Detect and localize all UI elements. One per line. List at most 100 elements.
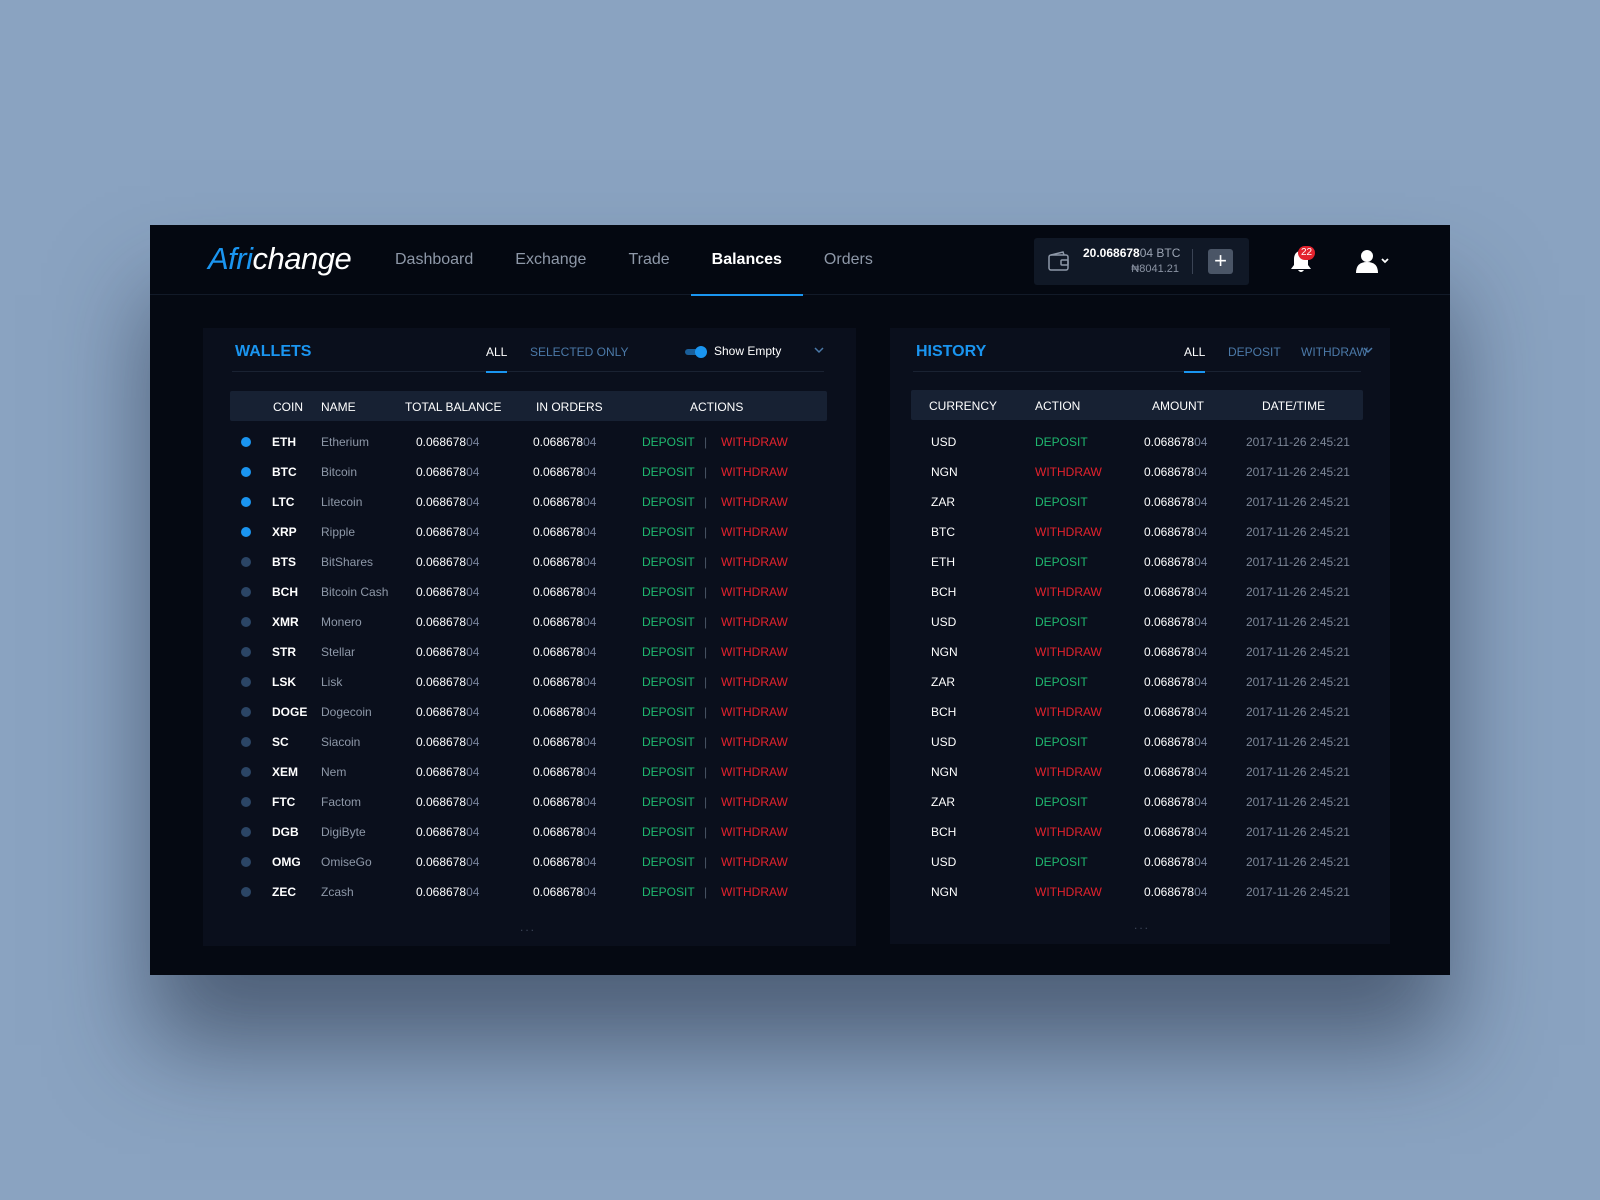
deposit-link[interactable]: DEPOSIT <box>642 705 695 719</box>
withdraw-link[interactable]: WITHDRAW <box>721 555 788 569</box>
select-dot[interactable] <box>241 617 251 627</box>
select-dot[interactable] <box>241 587 251 597</box>
nav-exchange[interactable]: Exchange <box>494 225 607 295</box>
wallet-row[interactable]: XEM Nem 0.06867804 0.06867804 DEPOSIT | WITHDR… <box>230 757 827 787</box>
withdraw-link[interactable]: WITHDRAW <box>721 585 788 599</box>
select-dot[interactable] <box>241 647 251 657</box>
deposit-link[interactable]: DEPOSIT <box>642 795 695 809</box>
wallets-tab-all[interactable]: ALL <box>486 345 508 373</box>
history-more-indicator[interactable]: ... <box>1134 918 1150 932</box>
withdraw-link[interactable]: WITHDRAW <box>721 765 788 779</box>
deposit-link[interactable]: DEPOSIT <box>642 855 695 869</box>
withdraw-link[interactable]: WITHDRAW <box>721 435 788 449</box>
select-dot[interactable] <box>241 467 251 477</box>
select-dot[interactable] <box>241 827 251 837</box>
select-dot[interactable] <box>241 677 251 687</box>
deposit-link[interactable]: DEPOSIT <box>642 675 695 689</box>
nav-dashboard[interactable]: Dashboard <box>374 225 494 295</box>
column-header[interactable]: CURRENCY <box>929 399 997 413</box>
history-row[interactable]: BCH WITHDRAW 0.06867804 2017-11-26 2:45:21 <box>911 577 1363 607</box>
wallet-summary[interactable]: 20.06867804 BTC ₦8041.21 + <box>1034 238 1249 285</box>
select-dot[interactable] <box>241 797 251 807</box>
select-dot[interactable] <box>241 737 251 747</box>
chevron-down-icon[interactable] <box>814 345 824 355</box>
column-header[interactable]: ACTION <box>1035 399 1080 413</box>
deposit-link[interactable]: DEPOSIT <box>642 735 695 749</box>
deposit-link[interactable]: DEPOSIT <box>642 465 695 479</box>
history-row[interactable]: NGN WITHDRAW 0.06867804 2017-11-26 2:45:21 <box>911 757 1363 787</box>
withdraw-link[interactable]: WITHDRAW <box>721 705 788 719</box>
withdraw-link[interactable]: WITHDRAW <box>721 735 788 749</box>
nav-orders[interactable]: Orders <box>803 225 894 295</box>
select-dot[interactable] <box>241 857 251 867</box>
deposit-link[interactable]: DEPOSIT <box>642 435 695 449</box>
column-header[interactable]: ACTIONS <box>690 400 743 414</box>
wallet-row[interactable]: ZEC Zcash 0.06867804 0.06867804 DEPOSIT | WITH… <box>230 877 827 907</box>
add-funds-button[interactable]: + <box>1208 249 1233 274</box>
deposit-link[interactable]: DEPOSIT <box>642 615 695 629</box>
deposit-link[interactable]: DEPOSIT <box>642 765 695 779</box>
deposit-link[interactable]: DEPOSIT <box>642 525 695 539</box>
withdraw-link[interactable]: WITHDRAW <box>721 675 788 689</box>
nav-balances[interactable]: Balances <box>690 225 804 296</box>
logo[interactable]: Africhange <box>208 241 352 277</box>
select-dot[interactable] <box>241 437 251 447</box>
wallet-row[interactable]: DGB DigiByte 0.06867804 0.06867804 DEPOSIT | W… <box>230 817 827 847</box>
column-header[interactable]: DATE/TIME <box>1262 399 1325 413</box>
wallet-row[interactable]: FTC Factom 0.06867804 0.06867804 DEPOSIT | WIT… <box>230 787 827 817</box>
withdraw-link[interactable]: WITHDRAW <box>721 855 788 869</box>
deposit-link[interactable]: DEPOSIT <box>642 585 695 599</box>
withdraw-link[interactable]: WITHDRAW <box>721 465 788 479</box>
wallet-row[interactable]: ETH Etherium 0.06867804 0.06867804 DEPOSIT | W… <box>230 427 827 457</box>
select-dot[interactable] <box>241 767 251 777</box>
wallet-row[interactable]: DOGE Dogecoin 0.06867804 0.06867804 DEPOSIT |… <box>230 697 827 727</box>
wallets-more-indicator[interactable]: ... <box>520 920 536 934</box>
withdraw-link[interactable]: WITHDRAW <box>721 645 788 659</box>
history-row[interactable]: NGN WITHDRAW 0.06867804 2017-11-26 2:45:21 <box>911 877 1363 907</box>
history-row[interactable]: NGN WITHDRAW 0.06867804 2017-11-26 2:45:21 <box>911 457 1363 487</box>
deposit-link[interactable]: DEPOSIT <box>642 495 695 509</box>
history-row[interactable]: BCH WITHDRAW 0.06867804 2017-11-26 2:45:21 <box>911 697 1363 727</box>
wallet-row[interactable]: LSK Lisk 0.06867804 0.06867804 DEPOSIT | WITHD… <box>230 667 827 697</box>
select-dot[interactable] <box>241 707 251 717</box>
nav-trade[interactable]: Trade <box>607 225 690 295</box>
withdraw-link[interactable]: WITHDRAW <box>721 495 788 509</box>
history-row[interactable]: BTC WITHDRAW 0.06867804 2017-11-26 2:45:21 <box>911 517 1363 547</box>
select-dot[interactable] <box>241 557 251 567</box>
history-tab-deposit[interactable]: DEPOSIT <box>1228 345 1281 371</box>
user-icon[interactable] <box>1355 249 1395 273</box>
wallet-row[interactable]: BTS BitShares 0.06867804 0.06867804 DEPOSIT |… <box>230 547 827 577</box>
withdraw-link[interactable]: WITHDRAW <box>721 525 788 539</box>
wallet-row[interactable]: STR Stellar 0.06867804 0.06867804 DEPOSIT | WI… <box>230 637 827 667</box>
history-row[interactable]: USD DEPOSIT 0.06867804 2017-11-26 2:45:21 <box>911 727 1363 757</box>
withdraw-link[interactable]: WITHDRAW <box>721 795 788 809</box>
wallet-row[interactable]: SC Siacoin 0.06867804 0.06867804 DEPOSIT | WIT… <box>230 727 827 757</box>
deposit-link[interactable]: DEPOSIT <box>642 555 695 569</box>
history-row[interactable]: ZAR DEPOSIT 0.06867804 2017-11-26 2:45:21 <box>911 787 1363 817</box>
wallet-row[interactable]: XRP Ripple 0.06867804 0.06867804 DEPOSIT | WIT… <box>230 517 827 547</box>
chevron-down-icon[interactable] <box>1363 345 1373 355</box>
deposit-link[interactable]: DEPOSIT <box>642 645 695 659</box>
history-row[interactable]: USD DEPOSIT 0.06867804 2017-11-26 2:45:21 <box>911 847 1363 877</box>
history-tab-withdraw[interactable]: WITHDRAW <box>1301 345 1368 371</box>
column-header[interactable]: TOTAL BALANCE <box>405 400 501 414</box>
column-header[interactable]: COIN <box>273 400 303 414</box>
wallet-row[interactable]: BCH Bitcoin Cash 0.06867804 0.06867804 DEPOS… <box>230 577 827 607</box>
show-empty-toggle[interactable] <box>685 346 707 358</box>
history-row[interactable]: BCH WITHDRAW 0.06867804 2017-11-26 2:45:21 <box>911 817 1363 847</box>
history-row[interactable]: ZAR DEPOSIT 0.06867804 2017-11-26 2:45:21 <box>911 667 1363 697</box>
column-header[interactable]: IN ORDERS <box>536 400 603 414</box>
history-row[interactable]: ZAR DEPOSIT 0.06867804 2017-11-26 2:45:21 <box>911 487 1363 517</box>
history-row[interactable]: USD DEPOSIT 0.06867804 2017-11-26 2:45:21 <box>911 427 1363 457</box>
column-header[interactable]: NAME <box>321 400 356 414</box>
wallet-row[interactable]: BTC Bitcoin 0.06867804 0.06867804 DEPOSIT | WI… <box>230 457 827 487</box>
select-dot[interactable] <box>241 497 251 507</box>
history-row[interactable]: ETH DEPOSIT 0.06867804 2017-11-26 2:45:21 <box>911 547 1363 577</box>
select-dot[interactable] <box>241 887 251 897</box>
withdraw-link[interactable]: WITHDRAW <box>721 885 788 899</box>
wallet-row[interactable]: OMG OmiseGo 0.06867804 0.06867804 DEPOSIT | WI… <box>230 847 827 877</box>
history-row[interactable]: NGN WITHDRAW 0.06867804 2017-11-26 2:45:21 <box>911 637 1363 667</box>
deposit-link[interactable]: DEPOSIT <box>642 825 695 839</box>
withdraw-link[interactable]: WITHDRAW <box>721 825 788 839</box>
wallet-row[interactable]: LTC Litecoin 0.06867804 0.06867804 DEPOSIT | W… <box>230 487 827 517</box>
